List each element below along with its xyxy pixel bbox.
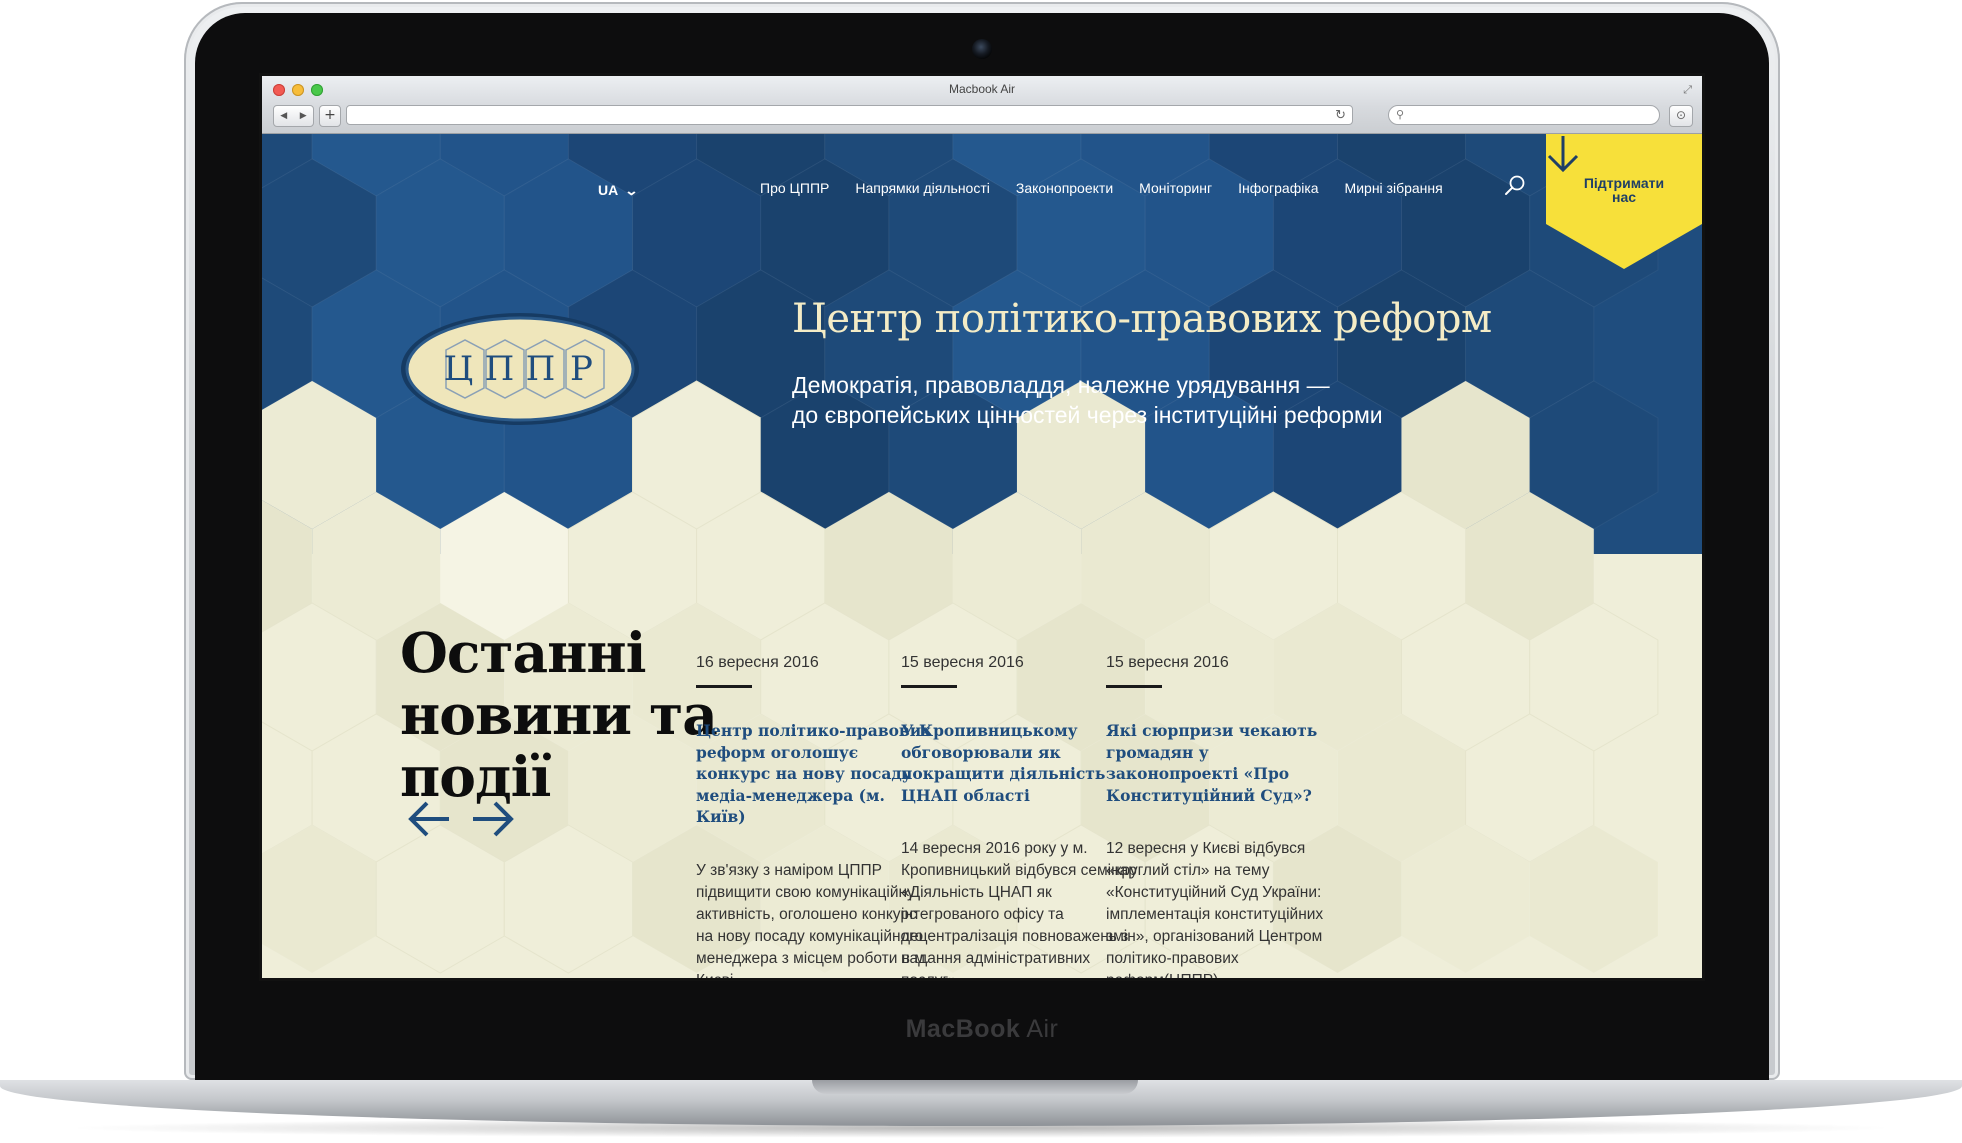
site-header: UA ⌄ Про ЦППР Напрямки діяльності Законопро… xyxy=(262,134,1702,269)
chevron-down-icon: ⌄ xyxy=(624,183,639,198)
news-title-link[interactable]: Центр політико-правових реформ оголошує … xyxy=(696,720,936,828)
device-brand-label: MacBook Air xyxy=(905,1015,1059,1043)
menu-item[interactable]: Напрямки діяльності xyxy=(855,180,990,196)
support-us-button[interactable]: Підтримати нас xyxy=(1546,134,1702,269)
news-title-link[interactable]: У Кропивницькому обговорювали як покращи… xyxy=(901,720,1141,806)
logo-letter: П xyxy=(525,349,556,389)
search-icon: ⚲ xyxy=(1396,108,1405,121)
news-date: 16 вересня 2016 xyxy=(696,654,819,671)
logo-letter: П xyxy=(484,349,515,389)
logo-letter: Ц xyxy=(443,349,474,389)
fullscreen-icon[interactable]: ⤢ xyxy=(1683,83,1692,97)
browser-toolbar: Macbook Air ⤢ ◀ ▶ + ↻ ⚲ ⊙ xyxy=(262,76,1702,134)
news-card: 15 вересня 2016 Які сюрпризи чекають гром… xyxy=(1106,654,1346,978)
news-date: 15 вересня 2016 xyxy=(1106,654,1229,671)
menu-item[interactable]: Інфографіка xyxy=(1238,180,1318,196)
news-divider xyxy=(901,685,957,688)
arrow-left-icon[interactable] xyxy=(407,796,453,842)
hero-title: Центр політико-правових реформ xyxy=(792,296,1492,342)
new-tab-button[interactable]: + xyxy=(319,105,341,127)
main-menu: Про ЦППР Напрямки діяльності Законопроекти… xyxy=(760,180,1443,196)
news-excerpt: 14 вересня 2016 року у м. Кропивницький … xyxy=(901,840,1137,978)
downloads-icon[interactable]: ⊙ xyxy=(1669,105,1693,127)
menu-item[interactable]: Законопроекти xyxy=(1016,180,1113,196)
news-card: 16 вересня 2016 Центр політико-правових р… xyxy=(696,654,936,978)
news-card: 15 вересня 2016 У Кропивницькому обговорю… xyxy=(901,654,1141,978)
camera-icon xyxy=(972,39,992,59)
menu-item[interactable]: Мирні зібрання xyxy=(1345,180,1443,196)
arrow-down-icon xyxy=(1547,136,1579,173)
arrow-right-icon[interactable] xyxy=(469,796,515,842)
language-switcher[interactable]: UA ⌄ xyxy=(598,182,639,199)
logo-letter: Р xyxy=(570,349,593,389)
support-us-label: Підтримати нас xyxy=(1583,175,1665,205)
logo-text: ЦППР xyxy=(397,309,643,429)
news-excerpt: 12 вересня у Києві відбувся «круглий сті… xyxy=(1106,840,1324,978)
news-excerpt: У зв'язку з наміром ЦППР підвищити свою … xyxy=(696,861,930,979)
base-notch xyxy=(812,1080,1138,1094)
news-title-link[interactable]: Які сюрпризи чекають громадян у законопр… xyxy=(1106,720,1346,806)
forward-icon[interactable]: ▶ xyxy=(300,111,307,121)
website: UA ⌄ Про ЦППР Напрямки діяльності Законопро… xyxy=(262,134,1702,978)
window-title: Macbook Air xyxy=(948,82,1016,96)
screen: Macbook Air ⤢ ◀ ▶ + ↻ ⚲ ⊙ UA ⌄ Про ЦППР На… xyxy=(262,76,1702,978)
url-input[interactable]: ↻ xyxy=(346,105,1353,125)
hero-subtitle: Демократія, правовладдя, належне урядува… xyxy=(792,372,1383,428)
back-forward-buttons[interactable]: ◀ ▶ xyxy=(273,105,314,127)
back-icon[interactable]: ◀ xyxy=(280,111,287,121)
browser-search-input[interactable]: ⚲ xyxy=(1388,105,1660,125)
menu-item[interactable]: Моніторинг xyxy=(1139,180,1212,196)
site-logo[interactable]: ЦППР xyxy=(397,309,643,429)
news-divider xyxy=(1106,685,1162,688)
menu-item[interactable]: Про ЦППР xyxy=(760,180,829,196)
search-icon[interactable] xyxy=(1503,174,1527,198)
news-divider xyxy=(696,685,752,688)
news-date: 15 вересня 2016 xyxy=(901,654,1024,671)
news-carousel-controls xyxy=(407,796,515,842)
reload-icon[interactable]: ↻ xyxy=(1335,107,1346,125)
